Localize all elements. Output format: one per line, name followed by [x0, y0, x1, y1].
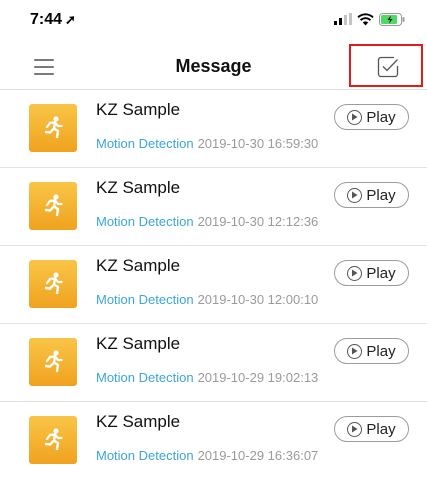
event-timestamp: 2019-10-29 19:02:13: [197, 370, 319, 385]
event-timestamp: 2019-10-30 12:00:10: [197, 292, 319, 307]
play-button[interactable]: Play: [334, 416, 409, 442]
signal-icon: [334, 13, 352, 25]
list-item[interactable]: KZ Sample Motion Detection 2019-10-30 12:…: [0, 246, 427, 324]
play-button[interactable]: Play: [334, 104, 409, 130]
device-name: KZ Sample: [96, 256, 181, 275]
play-label: Play: [366, 264, 396, 282]
play-label: Play: [366, 420, 396, 438]
nav-bar: Message: [0, 44, 427, 90]
wifi-icon: [357, 12, 374, 25]
menu-icon[interactable]: [34, 58, 54, 76]
status-bar: 7:44 ➚: [0, 0, 427, 40]
event-type: Motion Detection: [96, 292, 194, 307]
clock-text: 7:44: [30, 11, 63, 28]
event-type: Motion Detection: [96, 370, 194, 385]
motion-running-icon: [29, 182, 77, 230]
event-timestamp: 2019-10-29 16:36:07: [197, 448, 319, 463]
event-meta: Motion Detection 2019-10-30 12:00:10: [96, 292, 318, 307]
event-type: Motion Detection: [96, 448, 194, 463]
status-icons: [334, 12, 405, 26]
motion-running-icon: [29, 104, 77, 152]
play-icon: [347, 109, 363, 125]
event-meta: Motion Detection 2019-10-30 16:59:30: [96, 136, 318, 151]
device-name: KZ Sample: [96, 412, 181, 431]
battery-charging-icon: [379, 12, 405, 26]
motion-running-icon: [29, 416, 77, 464]
event-timestamp: 2019-10-30 16:59:30: [197, 136, 319, 151]
play-icon: [347, 421, 363, 437]
select-checkbox-icon[interactable]: [377, 56, 399, 78]
device-name: KZ Sample: [96, 100, 181, 119]
device-name: KZ Sample: [96, 334, 181, 353]
play-icon: [347, 343, 363, 359]
event-type: Motion Detection: [96, 214, 194, 229]
event-meta: Motion Detection 2019-10-29 19:02:13: [96, 370, 318, 385]
event-type: Motion Detection: [96, 136, 194, 151]
play-label: Play: [366, 186, 396, 204]
list-item[interactable]: KZ Sample Motion Detection 2019-10-30 12:…: [0, 168, 427, 246]
play-icon: [347, 265, 363, 281]
list-item[interactable]: KZ Sample Motion Detection 2019-10-29 16:…: [0, 402, 427, 480]
message-list: KZ Sample Motion Detection 2019-10-30 16:…: [0, 90, 427, 480]
event-meta: Motion Detection 2019-10-29 16:36:07: [96, 448, 318, 463]
play-icon: [347, 187, 363, 203]
event-timestamp: 2019-10-30 12:12:36: [197, 214, 319, 229]
play-label: Play: [366, 342, 396, 360]
event-meta: Motion Detection 2019-10-30 12:12:36: [96, 214, 318, 229]
device-name: KZ Sample: [96, 178, 181, 197]
play-button[interactable]: Play: [334, 260, 409, 286]
play-button[interactable]: Play: [334, 182, 409, 208]
select-highlight-box: [349, 44, 423, 87]
motion-running-icon: [29, 260, 77, 308]
status-time: 7:44 ➚: [30, 11, 76, 29]
play-label: Play: [366, 108, 396, 126]
list-item[interactable]: KZ Sample Motion Detection 2019-10-30 16:…: [0, 90, 427, 168]
motion-running-icon: [29, 338, 77, 386]
location-arrow-icon: ➚: [65, 12, 76, 27]
list-item[interactable]: KZ Sample Motion Detection 2019-10-29 19:…: [0, 324, 427, 402]
play-button[interactable]: Play: [334, 338, 409, 364]
